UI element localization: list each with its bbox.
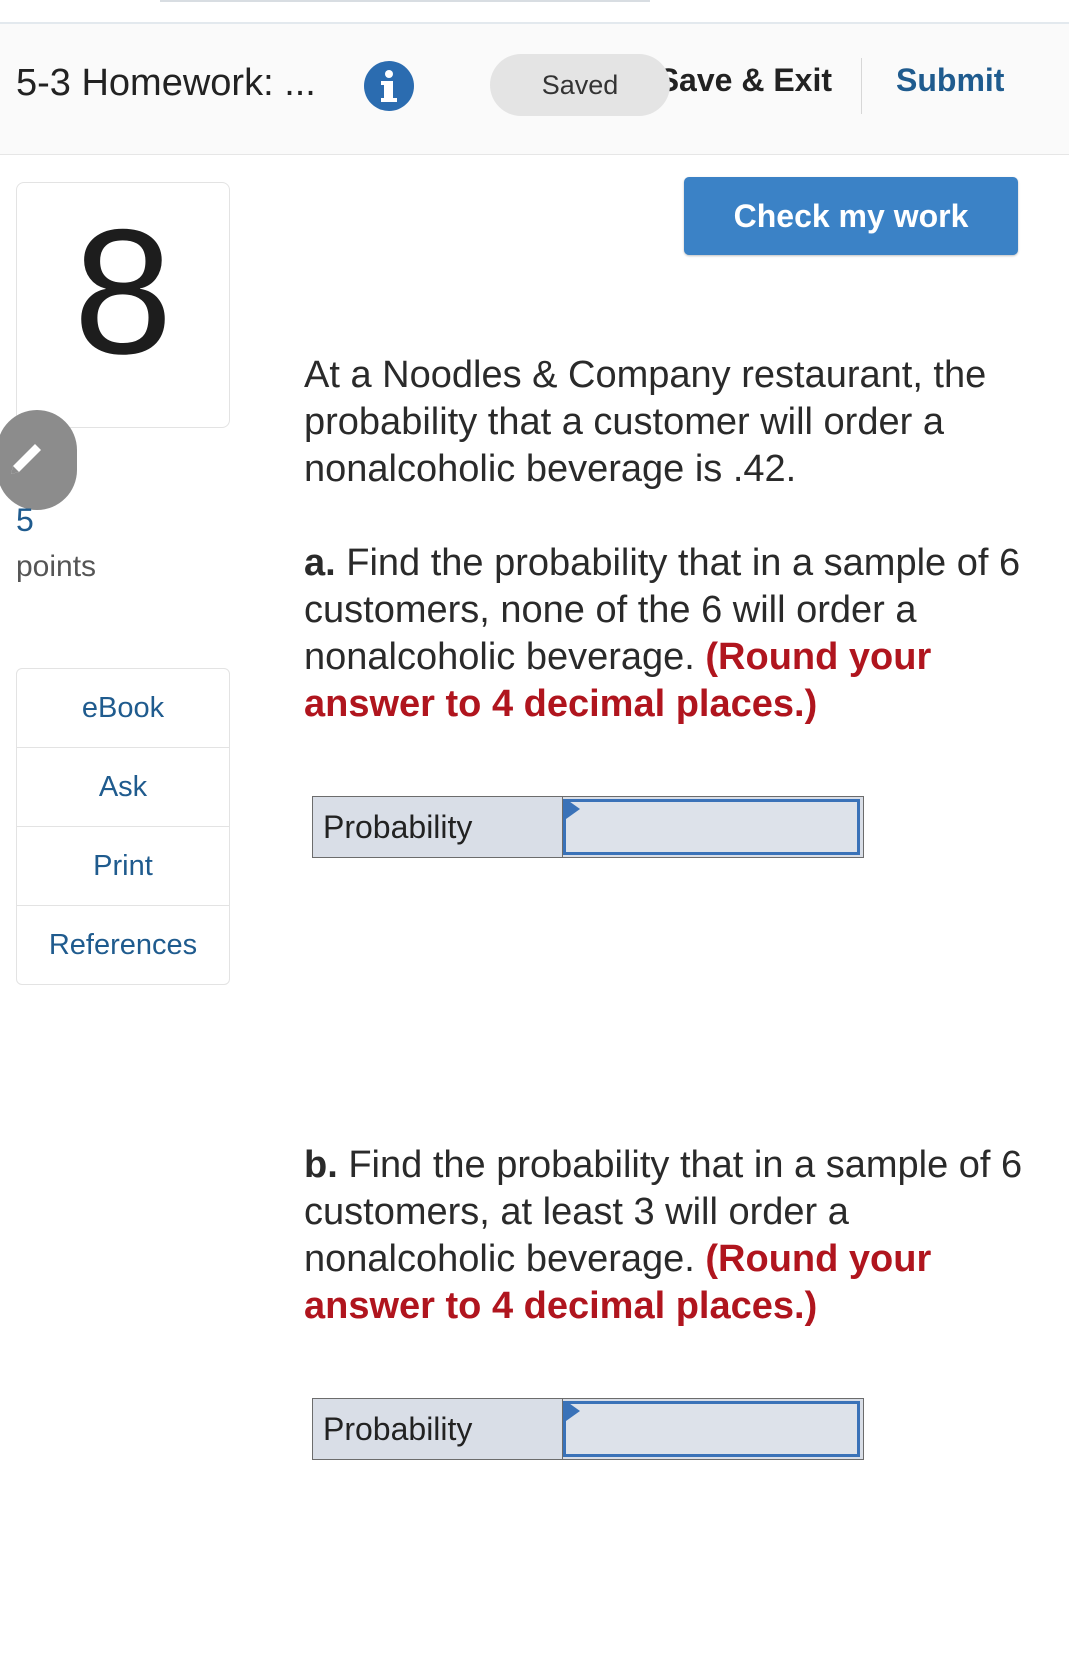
- submit-button[interactable]: Submit: [896, 62, 1004, 99]
- part-a-label: a.: [304, 542, 336, 584]
- ask-link[interactable]: Ask: [17, 748, 229, 827]
- part-a-answer-row: Probability: [312, 796, 864, 858]
- part-b-answer-label: Probability: [313, 1399, 563, 1459]
- check-my-work-button[interactable]: Check my work: [684, 177, 1018, 255]
- points-label: points: [16, 550, 97, 583]
- assignment-title[interactable]: 5-3 Homework: ...: [16, 62, 316, 105]
- question-number: 8: [73, 192, 173, 391]
- top-scroll-indicator: [160, 0, 650, 2]
- part-b-answer-input[interactable]: [563, 1401, 860, 1457]
- flag-icon: [566, 799, 580, 819]
- header-divider: [861, 58, 862, 114]
- print-link[interactable]: Print: [17, 827, 229, 906]
- part-a-prompt: a. Find the probability that in a sample…: [304, 540, 1034, 728]
- part-b-label: b.: [304, 1144, 338, 1186]
- question-intro: At a Noodles & Company restaurant, the p…: [304, 354, 987, 490]
- question-number-card: 8: [16, 182, 230, 428]
- pencil-icon: [11, 444, 41, 474]
- edit-pencil-button[interactable]: [0, 410, 77, 510]
- references-link[interactable]: References: [17, 906, 229, 984]
- ebook-link[interactable]: eBook: [17, 669, 229, 748]
- part-a-answer-input[interactable]: [563, 799, 860, 855]
- info-icon[interactable]: [363, 60, 415, 112]
- part-b-answer-row: Probability: [312, 1398, 864, 1460]
- points-value: 5: [16, 502, 34, 538]
- saved-status-badge: Saved: [490, 54, 670, 116]
- part-a-answer-label: Probability: [313, 797, 563, 857]
- flag-icon: [566, 1401, 580, 1421]
- resource-menu: eBook Ask Print References: [16, 668, 230, 985]
- part-b-prompt: b. Find the probability that in a sample…: [304, 1142, 1034, 1330]
